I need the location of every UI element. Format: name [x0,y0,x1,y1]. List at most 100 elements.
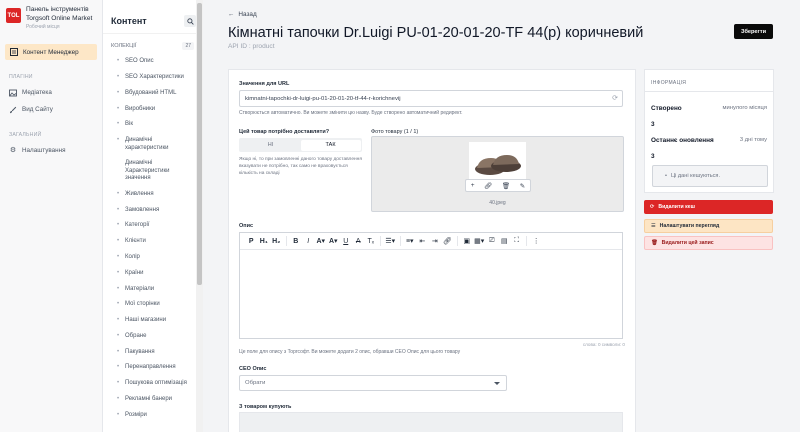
related-label: З товаром купують [239,404,292,410]
description-label: Опис [239,223,254,229]
brand-subtitle: Робочий місця [26,24,60,30]
cache-note-text: Ці дані кешуються. [670,173,720,179]
trash-icon[interactable]: 🗑︎ [502,182,510,190]
strikethrough-icon[interactable]: A [352,238,365,245]
delivery-toggle[interactable]: НІ ТАК [239,138,362,152]
list-item[interactable]: Мої сторінки [117,297,194,313]
link-icon[interactable]: 🔗︎ [484,182,492,190]
delivery-help: Якщо ні, то при замовленні даного товару… [239,157,362,176]
seo-select[interactable]: Обрати [239,375,507,391]
delivery-toggle-yes[interactable]: ТАК [300,139,361,151]
edit-form: Значення для URL kimnatni-tapochki-dr-lu… [228,69,636,432]
list-item[interactable]: Клієнти [117,234,194,250]
list-item[interactable]: Живлення [117,187,194,203]
embed-icon[interactable]: ⎚ [486,237,499,245]
image-icon[interactable]: ▣ [461,237,474,245]
brand[interactable]: TOL Панель інструментів Torgsoft Online … [0,0,102,38]
delivery-toggle-no[interactable]: НІ [241,140,301,151]
created-number: 3 [651,121,655,128]
list-item[interactable]: SEO Опис [117,54,194,70]
nav-site-view[interactable]: Вид Сайту [0,101,102,118]
divider [456,236,458,246]
list-item[interactable]: Наші магазини [117,313,194,329]
plus-icon[interactable]: + [471,182,475,189]
photo-filename: 40.jpeg [489,200,506,206]
app-sidebar: TOL Панель інструментів Torgsoft Online … [0,0,103,432]
tree-scroll-thumb[interactable] [197,3,202,285]
created-value: минулого місяця [722,105,767,111]
list-item[interactable]: Рекламні банери [117,392,194,408]
nav-media-library[interactable]: Медіатека [0,84,102,101]
html-icon[interactable]: ▤ [498,237,511,245]
heading2-icon[interactable]: H₂ [270,238,283,245]
link-icon[interactable]: 🔗︎ [441,237,454,245]
delete-entry-button[interactable]: 🗑︎ Видалити цей запис [644,236,773,250]
brand-logo: TOL [6,8,21,23]
paragraph-icon[interactable]: P [245,238,258,245]
pencil-icon[interactable]: ✎ [520,182,525,190]
heading1-icon[interactable]: H₁ [258,238,271,245]
list-item[interactable]: Вбудований HTML [117,86,194,102]
nav-settings-label: Налаштування [22,147,66,154]
bold-icon[interactable]: B [290,238,303,245]
list-item[interactable]: Колір [117,250,194,266]
description-editor[interactable]: P H₁ H₂ B I A▾ A▾ U A Tₓ ☰▾ ≡▾ ⇤ ⇥ 🔗︎ ▣ [239,232,623,339]
list-item[interactable]: Перенаправлення [117,360,194,376]
list-item[interactable]: Виробники [117,101,194,117]
collections-list: SEO Опис SEO Характеристики Вбудований H… [103,54,202,423]
list-item[interactable]: Динамічні Характеристики значення [117,156,194,187]
brand-title-line2: Torgsoft Online Market [26,14,93,22]
list-item[interactable]: Країни [117,266,194,282]
list-item[interactable]: Динамічні характеристики [117,133,194,156]
list-item[interactable]: Пакування [117,345,194,361]
save-button[interactable]: Зберегти [734,24,773,39]
list-item[interactable]: Замовлення [117,202,194,218]
bullet-icon: • [665,173,667,179]
italic-icon[interactable]: I [302,238,315,245]
configure-view-button[interactable]: ☰ Налаштувати перегляд [644,219,773,233]
nav-settings[interactable]: ⚙ Налаштування [0,142,102,159]
list-item[interactable]: Вік [117,117,194,133]
nav-media-library-label: Медіатека [22,89,52,96]
more-icon[interactable]: ⋮ [530,237,543,245]
underline-icon[interactable]: U [340,238,353,245]
nav-content-manager[interactable]: Контент Менеджер [5,44,97,60]
table-icon[interactable]: ▦▾ [473,237,486,245]
page-title: Кімнатні тапочки Dr.Luigi PU-01-20-01-20… [228,25,644,41]
photo-tools: + 🔗︎ 🗑︎ ✎ [465,179,531,192]
configure-view-label: Налаштувати перегляд [659,223,720,229]
divider [285,236,287,246]
related-products-field[interactable] [239,412,623,432]
divider [399,236,401,246]
list-item[interactable]: Матеріали [117,281,194,297]
url-label: Значення для URL [239,81,290,87]
divider [526,236,527,246]
brush-icon [9,106,17,114]
search-icon[interactable] [184,15,196,27]
list-item[interactable]: Обране [117,329,194,345]
list-item[interactable]: SEO Характеристики [117,70,194,86]
collections-group[interactable]: КОЛЕКЦІЇ 27 [103,41,202,51]
list-item[interactable]: Категорії [117,218,194,234]
product-photo [469,142,526,184]
photo-dropzone[interactable]: + 🔗︎ 🗑︎ ✎ 40.jpeg [371,136,624,212]
highlight-icon[interactable]: A▾ [327,237,340,245]
divider [380,236,381,246]
brand-title-line1: Панель інструментів [26,6,89,13]
text-color-icon[interactable]: A▾ [315,237,328,245]
tree-scrollbar[interactable] [196,0,203,432]
indent-icon[interactable]: ⇥ [429,237,442,245]
list-item[interactable]: Пошукова оптимізація [117,376,194,392]
clear-cache-button[interactable]: ⟳ Видалити кеш [644,200,773,214]
delete-entry-label: Видалити цей запис [661,240,714,246]
fullscreen-icon[interactable]: ⛶ [511,237,524,245]
content-tree: Контент КОЛЕКЦІЇ 27 SEO Опис SEO Характе… [103,0,203,432]
url-input[interactable]: kimnatni-tapochki-dr-luigi-pu-01-20-01-2… [239,90,623,107]
list-item[interactable]: Розміри [117,408,194,424]
align-icon[interactable]: ≡▾ [404,237,417,245]
clear-format-icon[interactable]: Tₓ [365,238,378,245]
back-link[interactable]: ← Назад [228,11,257,18]
bullet-list-icon[interactable]: ☰▾ [384,237,397,245]
refresh-icon[interactable]: ⟳ [612,94,618,102]
outdent-icon[interactable]: ⇤ [416,237,429,245]
